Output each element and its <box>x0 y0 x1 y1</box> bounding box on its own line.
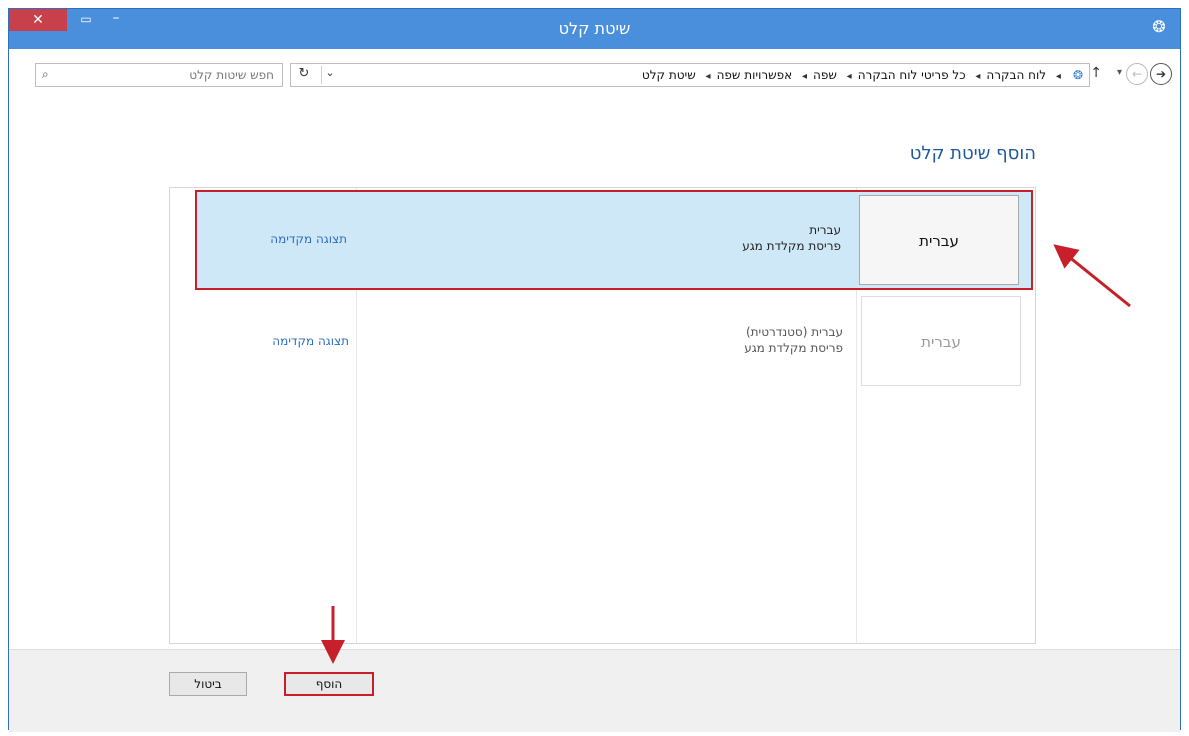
input-method-description: עברית פריסת מקלדת מגע <box>742 222 841 254</box>
refresh-icon[interactable]: ↻ <box>293 66 315 84</box>
input-method-list: עברית עברית פריסת מקלדת מגע תצוגה מקדימה… <box>169 187 1036 644</box>
window-title: שיטת קלט <box>558 19 631 38</box>
breadcrumb-separator: ◂ <box>705 71 711 82</box>
breadcrumb-item[interactable]: לוח הבקרה <box>986 68 1046 82</box>
input-method-name: עברית <box>809 223 841 237</box>
footer: ביטול הוסף <box>9 649 1180 732</box>
back-icon[interactable]: ← <box>1126 63 1148 85</box>
breadcrumb[interactable]: ↻ ⌄ ❂◂ לוח הבקרה◂ כל פריטי לוח הבקרה◂ שפ… <box>290 63 1090 87</box>
title-bar: ✕ ▭ – שיטת קלט ❂ <box>9 9 1180 49</box>
breadcrumb-separator: ◂ <box>801 71 807 82</box>
breadcrumb-separator: ◂ <box>975 71 981 82</box>
recent-locations-icon[interactable]: ▾ <box>1117 67 1122 78</box>
breadcrumb-separator: ◂ <box>1055 71 1061 82</box>
nav-buttons: ➔ ← ▾ ↑ <box>1082 63 1172 87</box>
breadcrumb-item[interactable]: אפשרויות שפה <box>717 68 793 82</box>
search-icon: ⌕ <box>42 67 49 81</box>
input-method-layout: פריסת מקלדת מגע <box>744 341 843 355</box>
forward-icon[interactable]: ➔ <box>1150 63 1172 85</box>
page-title: הוסף שיטת קלט <box>909 143 1036 164</box>
preview-link[interactable]: תצוגה מקדימה <box>270 232 347 246</box>
globe-icon: ❂ <box>1152 17 1166 36</box>
chevron-down-icon[interactable]: ⌄ <box>321 66 338 84</box>
preview-link[interactable]: תצוגה מקדימה <box>272 334 349 348</box>
up-arrow-icon[interactable]: ↑ <box>1090 65 1102 81</box>
breadcrumb-separator: ◂ <box>846 71 852 82</box>
breadcrumb-item[interactable]: שפה <box>813 68 837 82</box>
breadcrumb-item[interactable]: כל פריטי לוח הבקרה <box>858 68 966 82</box>
window: ✕ ▭ – שיטת קלט ❂ ⌕ חפש שיטות קלט ↻ ⌄ ❂◂ … <box>8 8 1181 732</box>
input-method-name: עברית (סטנדרטית) <box>745 325 843 339</box>
language-tile[interactable]: עברית <box>861 296 1021 386</box>
search-input[interactable]: ⌕ חפש שיטות קלט <box>35 63 283 87</box>
input-method-row[interactable]: עברית עברית (סטנדרטית) פריסת מקלדת מגע ת… <box>195 292 1033 392</box>
breadcrumb-item[interactable]: שיטת קלט <box>642 68 696 82</box>
breadcrumb-path: ❂◂ לוח הבקרה◂ כל פריטי לוח הבקרה◂ שפה◂ א… <box>642 68 1083 82</box>
input-method-description: עברית (סטנדרטית) פריסת מקלדת מגע <box>744 324 843 356</box>
address-bar: ⌕ חפש שיטות קלט ↻ ⌄ ❂◂ לוח הבקרה◂ כל פרי… <box>9 49 1180 93</box>
add-button[interactable]: הוסף <box>284 672 374 696</box>
input-method-row[interactable]: עברית עברית פריסת מקלדת מגע תצוגה מקדימה <box>195 190 1033 290</box>
input-method-layout: פריסת מקלדת מגע <box>742 239 841 253</box>
language-tile[interactable]: עברית <box>859 195 1019 285</box>
cancel-button[interactable]: ביטול <box>169 672 247 696</box>
search-placeholder: חפש שיטות קלט <box>189 68 274 82</box>
